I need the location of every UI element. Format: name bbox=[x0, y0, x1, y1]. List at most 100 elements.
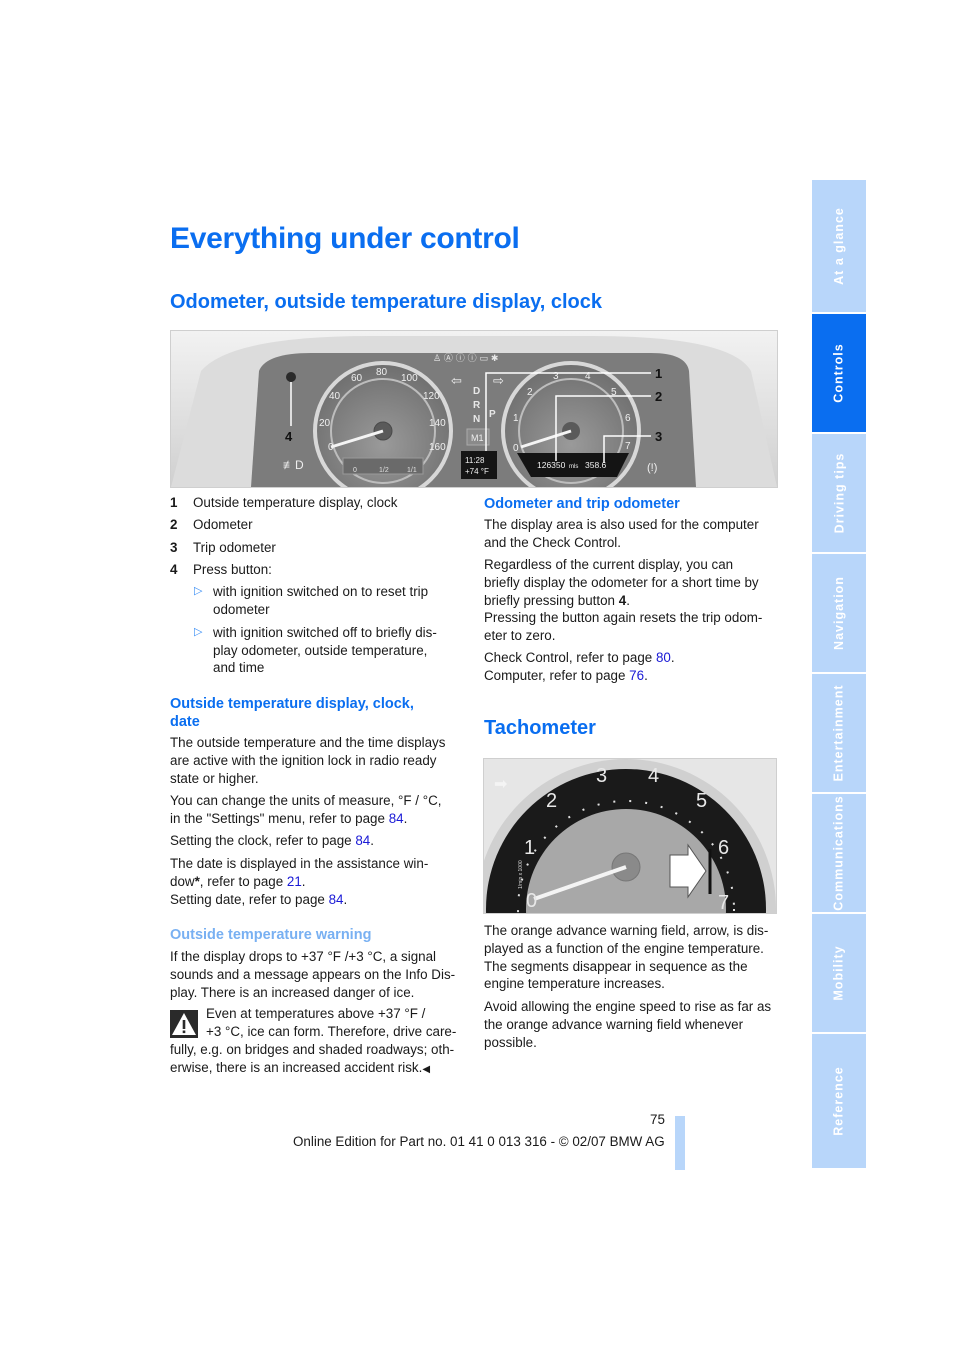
callout-3: 3 bbox=[655, 429, 662, 444]
text-line: briefly display the odometer for a short… bbox=[484, 574, 759, 590]
legend-number: 4 bbox=[170, 561, 178, 577]
instrument-cluster-figure: 0 20 40 60 80 100 120 140 160 0 1/2 1/1 … bbox=[170, 330, 778, 488]
text-line: The orange advance warning field, arrow,… bbox=[484, 923, 769, 938]
warning-light-icon: ♙ Ⓐ ⓘ ⓘ ▭ ✱ bbox=[433, 353, 498, 364]
page-link[interactable]: 84 bbox=[389, 811, 404, 826]
button-reference: 4 bbox=[618, 592, 627, 608]
text-line: The outside temperature and the time dis… bbox=[170, 735, 446, 750]
tab-communications[interactable]: Communications bbox=[812, 794, 866, 912]
text-line: Check Control, refer to page bbox=[484, 650, 656, 665]
tab-controls[interactable]: Controls bbox=[812, 314, 866, 432]
tab-mobility[interactable]: Mobility bbox=[812, 914, 866, 1032]
legend-text: Press button: bbox=[193, 561, 272, 577]
page-link[interactable]: 21 bbox=[287, 874, 302, 889]
page-link[interactable]: 76 bbox=[629, 668, 644, 683]
tab-navigation[interactable]: Navigation bbox=[812, 554, 866, 672]
text-line: Computer, refer to page bbox=[484, 667, 630, 683]
gear-indicator: D bbox=[473, 386, 480, 397]
gear-indicator: P bbox=[489, 409, 496, 420]
bullet-item: ▷ with ignition switched on to reset tri… bbox=[170, 583, 460, 619]
tach-tick-label: 3 bbox=[596, 765, 607, 787]
tab-reference[interactable]: Reference bbox=[812, 1034, 866, 1168]
fuel-label: 1/2 bbox=[379, 467, 389, 474]
text-line: The display area is also used for the co… bbox=[484, 517, 759, 532]
tab-label: Controls bbox=[832, 343, 847, 403]
text-line: briefly pressing button bbox=[484, 592, 619, 608]
text-line: play. There is an increased danger of ic… bbox=[170, 984, 415, 1000]
legend-text: Trip odometer bbox=[193, 539, 276, 555]
paragraph: Check Control, refer to page 80. Compute… bbox=[484, 650, 675, 683]
text-line: fully, e.g. on bridges and shaded roadwa… bbox=[170, 1042, 455, 1057]
page-title: Everything under control bbox=[170, 222, 520, 255]
bullet-line: play odometer, outside temperature, bbox=[213, 642, 428, 658]
legend-item: 3 Trip odometer bbox=[170, 539, 460, 557]
odometer-readout: 126350 bbox=[537, 460, 566, 470]
page-link[interactable]: 84 bbox=[329, 892, 344, 907]
bullet-line: and time bbox=[213, 660, 265, 676]
footer-accent-bar bbox=[675, 1116, 685, 1170]
tab-label: At a glance bbox=[832, 207, 846, 285]
tach-tick-label: 1 bbox=[524, 837, 535, 859]
paragraph: The orange advance warning field, arrow,… bbox=[484, 922, 768, 993]
odometer-unit: mls bbox=[569, 464, 578, 470]
section-heading-odometer-temp-clock: Odometer, outside temperature display, c… bbox=[170, 291, 602, 313]
subheading-temp-warning: Outside temperature warning bbox=[170, 927, 372, 943]
subheading-line: Outside temperature display, clock, bbox=[170, 696, 414, 712]
paragraph: Avoid allowing the engine speed to rise … bbox=[484, 998, 771, 1051]
tab-label: Mobility bbox=[832, 945, 846, 1001]
rpm-tick-label: 7 bbox=[625, 441, 631, 452]
mode-display-text: M1 bbox=[471, 433, 484, 443]
paragraph: The outside temperature and the time dis… bbox=[170, 734, 445, 787]
fuel-label: 1/1 bbox=[407, 467, 417, 474]
edition-footer: Online Edition for Part no. 01 41 0 013 … bbox=[293, 1134, 665, 1149]
legend-number: 2 bbox=[170, 517, 178, 533]
triangle-bullet-icon: ▷ bbox=[194, 625, 203, 638]
tab-at-a-glance[interactable]: At a glance bbox=[812, 180, 866, 312]
turn-right-arrow-icon: ⇨ bbox=[493, 373, 504, 388]
bullet-item: ▷ with ignition switched off to briefly … bbox=[170, 624, 460, 677]
triangle-bullet-icon: ▷ bbox=[194, 585, 203, 598]
gear-indicator: N bbox=[473, 414, 480, 425]
speed-tick-label: 80 bbox=[376, 367, 388, 378]
legend-item: 4 Press button: bbox=[170, 561, 460, 579]
text-line: You can change the units of measure, °F … bbox=[170, 793, 442, 808]
bullet-line: with ignition switched off to briefly di… bbox=[213, 624, 437, 640]
tab-label: Reference bbox=[832, 1066, 847, 1136]
speed-tick-label: 40 bbox=[329, 391, 341, 402]
tab-label: Navigation bbox=[832, 576, 846, 650]
tab-label: Driving tips bbox=[832, 452, 847, 534]
text-line: in the "Settings" menu, refer to page bbox=[170, 810, 389, 826]
text-line: +3 °C, ice can form. Therefore, drive ca… bbox=[206, 1023, 457, 1039]
speed-tick-label: 0 bbox=[328, 442, 334, 453]
section-heading-tachometer: Tachometer bbox=[484, 717, 596, 739]
legend-text: Outside temperature display, clock bbox=[193, 495, 398, 510]
speed-tick-label: 20 bbox=[319, 418, 331, 429]
bullet-line: with ignition switched on to reset trip bbox=[213, 584, 429, 600]
tach-tick-label: 5 bbox=[696, 790, 707, 812]
subheading-line: date bbox=[170, 714, 200, 730]
tach-tick-label: 2 bbox=[546, 790, 557, 812]
tach-tick-label: 6 bbox=[718, 837, 729, 859]
callout-2: 2 bbox=[655, 389, 662, 404]
tachometer-figure: ➡ 0 1 2 3 4 5 6 7 1/min x 1000 bbox=[483, 758, 777, 914]
tab-entertainment[interactable]: Entertainment bbox=[812, 674, 866, 792]
legend-text: Odometer bbox=[193, 517, 253, 533]
text-line: The date is displayed in the assistance … bbox=[170, 856, 429, 871]
legend-list: 1 Outside temperature display, clock 2 O… bbox=[170, 494, 460, 682]
text-line: possible. bbox=[484, 1034, 537, 1050]
turn-left-arrow-icon: ⇦ bbox=[451, 373, 462, 388]
rpm-tick-label: 0 bbox=[513, 443, 519, 454]
text-line: Setting the clock, refer to page bbox=[170, 833, 356, 848]
end-mark-icon: ◀ bbox=[422, 1063, 431, 1075]
page-number: 75 bbox=[650, 1112, 665, 1127]
text-line: The segments disappear in sequence as th… bbox=[484, 958, 748, 974]
paragraph: Regardless of the current display, you c… bbox=[484, 557, 763, 644]
text-line: the orange advance warning field wheneve… bbox=[484, 1016, 744, 1032]
page-link[interactable]: 80 bbox=[656, 650, 671, 665]
rpm-tick-label: 2 bbox=[527, 387, 533, 398]
text-line: are active with the ignition lock in rad… bbox=[170, 752, 437, 768]
legend-number: 1 bbox=[170, 495, 178, 510]
page-link[interactable]: 84 bbox=[355, 833, 370, 848]
speed-tick-label: 100 bbox=[401, 373, 418, 384]
tab-driving-tips[interactable]: Driving tips bbox=[812, 434, 866, 552]
